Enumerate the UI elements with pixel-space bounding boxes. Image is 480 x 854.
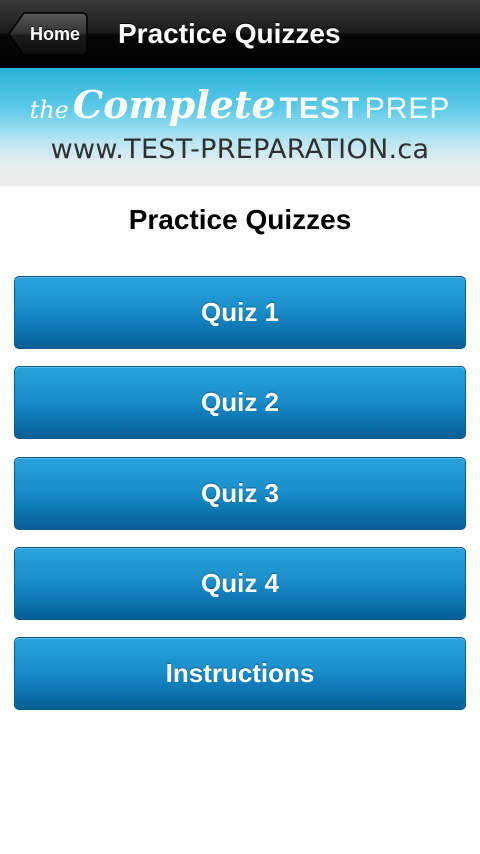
logo-word-the: the <box>29 96 69 124</box>
instructions-button[interactable]: Instructions <box>14 637 466 710</box>
home-back-button[interactable]: Home <box>8 12 88 56</box>
brand-banner: the Complete TEST PREP www.TEST-PREPARATIO… <box>0 68 480 186</box>
quiz-4-label: Quiz 4 <box>200 568 279 598</box>
navigation-bar: Home Practice Quizzes <box>0 0 480 68</box>
page-title: Practice Quizzes <box>118 18 341 49</box>
brand-url: www.TEST-PREPARATION.ca <box>50 134 430 165</box>
instructions-label: Instructions <box>165 658 315 688</box>
quiz-3-button[interactable]: Quiz 3 <box>14 457 466 530</box>
quiz-1-button[interactable]: Quiz 1 <box>14 276 466 349</box>
quiz-1-label: Quiz 1 <box>200 297 279 327</box>
brand-logo: the Complete TEST PREP <box>0 82 480 127</box>
quiz-2-label: Quiz 2 <box>200 387 279 417</box>
quiz-3-label: Quiz 3 <box>200 478 279 508</box>
logo-word-complete: Complete <box>72 82 276 127</box>
quiz-4-button[interactable]: Quiz 4 <box>14 547 466 620</box>
logo-word-prep: PREP <box>364 92 451 125</box>
logo-word-test: TEST <box>279 92 361 125</box>
section-heading: Practice Quizzes <box>128 204 352 235</box>
home-button-label: Home <box>29 24 80 44</box>
quiz-2-button[interactable]: Quiz 2 <box>14 366 466 439</box>
